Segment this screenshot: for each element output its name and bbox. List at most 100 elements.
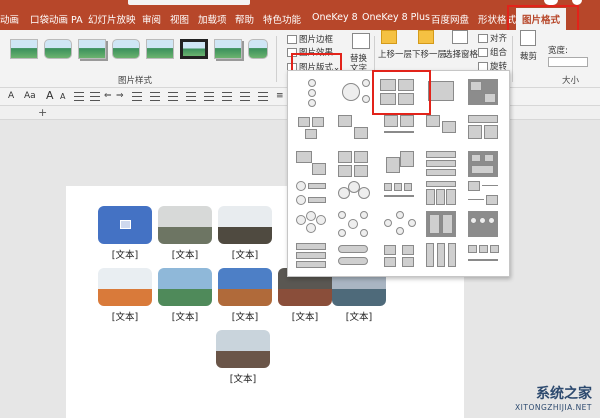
tab-help[interactable]: 帮助 [235,12,254,26]
increase-font-button[interactable]: A [46,89,54,102]
layout-shape [362,95,370,103]
tab-review[interactable]: 审阅 [142,12,161,26]
layout-option[interactable] [294,179,330,209]
tab-baidu-netdisk[interactable]: 百度网盘 [431,12,469,26]
align-center-icon[interactable] [150,92,160,101]
picture-style-thumb-1[interactable] [10,39,38,59]
crop-button[interactable]: 裁剪 [520,50,537,62]
pic-ground [218,288,272,306]
width-input[interactable] [548,57,588,67]
line-spacing-button[interactable]: ≡ [276,91,284,101]
pic-sky [98,268,152,289]
layout-option[interactable] [294,77,330,107]
tab-addins[interactable]: 加载项 [198,12,227,26]
smartart-icon[interactable] [258,92,268,101]
layout-option[interactable] [294,241,330,271]
layout-shape [296,252,326,259]
layout-option[interactable] [466,209,502,239]
increase-indent-button[interactable]: ⇒ [116,91,124,101]
picture-border-button[interactable]: 图片边框 [287,33,333,45]
align-text-icon[interactable] [240,92,250,101]
picture-placeholder[interactable] [98,206,152,244]
layout-option[interactable] [382,209,418,239]
layout-shape [306,211,316,221]
layout-option[interactable] [382,241,418,271]
picture-style-thumb-2[interactable] [44,39,72,59]
layout-option[interactable] [424,209,460,239]
picture-caption[interactable]: [文本] [158,309,212,323]
send-backward-button[interactable]: 下移一层 [412,48,446,60]
layout-option[interactable] [466,241,502,271]
decrease-font-button[interactable]: A [60,92,65,101]
picture-caption[interactable]: [文本] [98,247,152,261]
font-color-button[interactable]: A [8,91,14,101]
layout-option[interactable] [466,77,502,107]
layout-option[interactable] [294,113,330,143]
picture-autumn[interactable] [98,268,152,306]
bring-forward-button[interactable]: 上移一层 [378,48,412,60]
layout-option[interactable] [336,179,372,209]
layout-shape [426,115,440,127]
decrease-indent-button[interactable]: ⇐ [104,91,112,101]
change-case-button[interactable]: Aa [24,91,36,101]
picture-lake[interactable] [158,268,212,306]
picture-caption[interactable]: [文本] [98,309,152,323]
layout-option[interactable] [424,149,460,179]
insert-picture-icon[interactable] [120,220,131,229]
align-button[interactable]: 对齐 [478,32,507,44]
tab-onekey8-plus[interactable]: OneKey 8 Plus [362,12,430,23]
layout-option[interactable] [382,179,418,209]
picture-caption[interactable]: [文本] [218,309,272,323]
text-direction-icon[interactable] [222,92,232,101]
layout-option[interactable] [466,149,502,179]
layout-option[interactable] [336,113,372,143]
columns-icon[interactable] [204,92,214,101]
layout-shape [308,89,316,97]
tab-special-features[interactable]: 特色功能 [263,12,301,26]
picture-style-thumb-7[interactable] [214,39,242,59]
layout-option[interactable] [336,209,372,239]
layout-option[interactable] [336,149,372,179]
tab-onekey8[interactable]: OneKey 8 [312,12,358,23]
picture-style-thumb-5[interactable] [146,39,174,59]
picture-caption[interactable]: [文本] [332,309,386,323]
justify-icon[interactable] [186,92,196,101]
group-button[interactable]: 组合 [478,46,507,58]
picture-town[interactable] [216,330,270,368]
layout-shape [436,189,445,205]
add-icon[interactable]: + [38,106,47,119]
picture-mountain[interactable] [218,206,272,244]
layout-option[interactable] [382,149,418,179]
layout-shape [338,257,368,265]
layout-option[interactable] [294,209,330,239]
tab-pocket-animation[interactable]: 口袋动画 PA [30,12,83,26]
picture-style-thumb-3[interactable] [78,39,106,59]
layout-option[interactable] [382,113,418,143]
layout-option[interactable] [424,241,460,271]
layout-option[interactable] [424,179,460,209]
tab-slideshow[interactable]: 幻灯片放映 [88,12,136,26]
layout-option[interactable] [336,77,372,107]
layout-option[interactable] [466,179,502,209]
layout-option[interactable] [294,149,330,179]
search-box[interactable] [128,0,250,5]
layout-option[interactable] [336,241,372,271]
numbering-icon[interactable] [90,92,100,101]
picture-style-thumb-6[interactable] [180,39,208,59]
align-right-icon[interactable] [168,92,178,101]
tab-animations[interactable]: 动画 [0,12,19,26]
align-left-icon[interactable] [132,92,142,101]
picture-caption[interactable]: [文本] [218,247,272,261]
picture-village[interactable] [218,268,272,306]
tab-view[interactable]: 视图 [170,12,189,26]
layout-option[interactable] [466,113,502,143]
layout-option[interactable] [424,113,460,143]
picture-caption[interactable]: [文本] [158,247,212,261]
picture-foggy[interactable] [158,206,212,244]
selection-pane-button[interactable]: 选择窗格 [444,48,478,60]
picture-caption[interactable]: [文本] [216,371,270,385]
picture-caption[interactable]: [文本] [278,309,332,323]
picture-style-thumb-8[interactable] [248,39,268,59]
bullets-icon[interactable] [74,92,84,101]
picture-style-thumb-4[interactable] [112,39,140,59]
